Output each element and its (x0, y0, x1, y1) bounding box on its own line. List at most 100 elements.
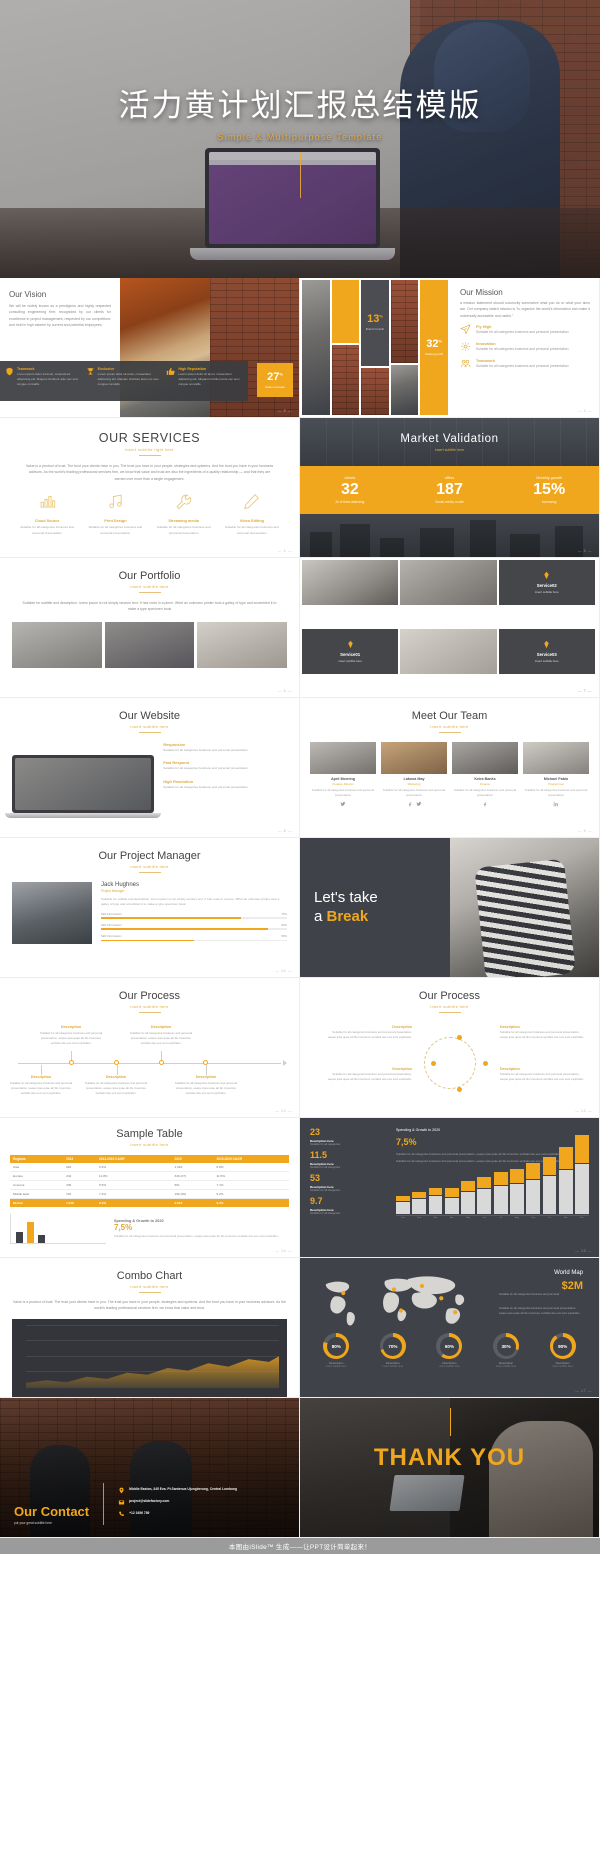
timeline-card-bottom: Description Suitable for all categories … (171, 1075, 241, 1095)
portfolio-photo[interactable] (400, 628, 497, 674)
team-member: April Morning Creative Director Suitable… (310, 742, 376, 807)
linkedin-icon[interactable] (553, 801, 559, 807)
vision-feature-strip: Teamwork Lorem ipsum dolor sit amet, con… (0, 361, 248, 401)
team-member: Michael Pablo Programmer Suitable for al… (523, 742, 589, 807)
twitter-icon[interactable] (416, 801, 422, 807)
portfolio-card-service01[interactable]: Service01 insert subtitle here (302, 628, 399, 674)
portfolio-photo[interactable] (400, 560, 497, 605)
contact-email[interactable]: project@slidefactory.com (118, 1499, 237, 1506)
cell: 101 (63, 1189, 97, 1200)
website-feature-responsive: Responsive Suitable for all categories b… (163, 742, 287, 753)
service-title: Cloud Source (34, 519, 60, 524)
market-title: Market Validation (400, 432, 499, 445)
slide-our-contact[interactable]: Our Contact put your great subtitle here… (0, 1398, 300, 1538)
contact-list: Middle Easton, 345 Eva. Pt.Santenus Ujun… (118, 1487, 237, 1525)
card-title: Description (30, 1075, 52, 1079)
process-node-2: Description Suitable for all categories … (500, 1025, 588, 1040)
col-header: 2015-2020 CAGR (213, 1155, 289, 1164)
title-underline (138, 455, 161, 456)
timeline-axis (18, 1063, 281, 1064)
photo-brick-3 (390, 280, 419, 364)
portfolio-thumb[interactable] (104, 621, 195, 668)
website-subtitle: insert subtitle here (130, 725, 169, 729)
combo-body: Value is a product of trust. The trust y… (13, 1300, 286, 1311)
hero-title: 活力黄计划汇报总结模版 (118, 88, 482, 123)
striped-shirt-person (474, 858, 576, 977)
slide-thank-you[interactable]: THANK YOU (300, 1398, 600, 1538)
portfolio-card-service03[interactable]: Service03 insert subtitle here (498, 628, 595, 674)
slide-project-manager[interactable]: Our Project Manager insert subtitle here… (0, 838, 300, 978)
growth-stat: 53 Description here Suitable for all cat… (310, 1173, 388, 1192)
market-footer-photo (300, 514, 599, 557)
slide-growth-chart[interactable]: 23 Description here Suitable for all cat… (300, 1118, 600, 1258)
axis-tick: Dec (580, 1216, 584, 1219)
twitter-icon[interactable] (340, 801, 346, 807)
axis-tick: Oct (547, 1216, 552, 1219)
process2-subtitle: insert subtitle here (430, 1005, 469, 1009)
website-feature-high-resolution: High Resolution Suitable for all categor… (163, 779, 287, 790)
slide-lets-take-a-break[interactable]: Let's take a Break (300, 838, 600, 978)
slide-world-map[interactable]: World Map $2M Suitable for all categorie… (300, 1258, 600, 1398)
contact-phone[interactable]: +12 3456 789 (118, 1511, 237, 1518)
card-title: Service03 (536, 651, 557, 657)
contact-address: Middle Easton, 345 Eva. Pt.Santenus Ujun… (118, 1487, 237, 1494)
slide-our-mission[interactable]: 13% Brand Growth 32% Raising profit Our … (300, 278, 600, 418)
mission-item-fly-high: Fly High Suitable for all categories bus… (460, 324, 590, 336)
member-body: Suitable for all categories business and… (382, 788, 446, 797)
stat-13-value: 13 (367, 313, 380, 326)
pm-body: Jack Hughnes Project Manager Suitable fo… (12, 882, 287, 944)
title-underline (138, 1012, 161, 1013)
portfolio-thumb[interactable] (12, 621, 102, 668)
card-body: Suitable for all categories business and… (129, 1031, 193, 1045)
avatar (452, 742, 518, 774)
pm-name: Jack Hughnes (101, 882, 140, 888)
slide-sample-table[interactable]: Sample Table insert subtitle here Region… (0, 1118, 300, 1258)
donut-chart: 30% (493, 1333, 520, 1359)
slide-our-process-circle[interactable]: Our Process insert subtitle here Descrip… (300, 978, 600, 1118)
skill-label: Skill Information (101, 922, 122, 927)
timeline-card-bottom: Description Suitable for all categories … (6, 1075, 76, 1095)
facebook-icon[interactable] (407, 801, 413, 807)
dial-value: 80% (326, 1336, 346, 1356)
page-number: — 5 — (577, 549, 592, 553)
slide-portfolio-grid[interactable]: Service02 insert subtitle here Service01… (300, 558, 600, 698)
slide-our-process-timeline[interactable]: Our Process insert subtitle here Descrip… (0, 978, 300, 1118)
title-underline (138, 732, 161, 733)
facebook-icon[interactable] (482, 801, 488, 807)
market-stat-offers: offers 187 Social media, in-site (400, 466, 500, 514)
card-body: Suitable for all categories business and… (84, 1081, 148, 1095)
portfolio-photo[interactable] (302, 560, 399, 605)
slide-our-website[interactable]: Our Website insert subtitle here Respons… (0, 698, 300, 838)
slide-market-validation[interactable]: Market Validation insert subtitle here c… (300, 418, 600, 558)
photo-brick-2 (361, 367, 389, 415)
dial-sub: insert subtitle here (382, 1365, 404, 1368)
slide-our-services[interactable]: OUR SERVICES insert subtitle right here … (0, 418, 300, 558)
process-title: Our Process (118, 990, 181, 1002)
feature-title: Fast Respond (163, 760, 190, 766)
stat-value: 15% (533, 480, 566, 498)
stat-value: 11.5 (310, 1149, 328, 1160)
market-stat-clients: clients 32 2k of them attending (300, 466, 400, 514)
trophy-icon (86, 368, 94, 375)
slide-combo-chart[interactable]: Combo Chart insert subtitle here Value i… (0, 1258, 300, 1398)
stat-32-block: 32% Raising profit (420, 280, 448, 415)
portfolio-card-service02[interactable]: Service02 insert subtitle here (498, 560, 595, 605)
break-text: Let's take a Break (314, 889, 378, 927)
contact-text: Middle Easton, 345 Eva. Pt.Santenus Ujun… (129, 1487, 238, 1491)
cell: America (10, 1180, 64, 1191)
stat-value: 187 (436, 480, 463, 498)
cell: 336 (63, 1180, 97, 1191)
page-number: — 8 — (277, 829, 292, 833)
portfolio-thumb[interactable] (197, 621, 288, 668)
cell: 551 (171, 1180, 214, 1191)
map-value: $2M (561, 1280, 583, 1292)
cell: 7.1% (213, 1180, 289, 1191)
slide-our-vision[interactable]: Our Vision We will be widely known as a … (0, 278, 300, 418)
slide-our-portfolio[interactable]: Our Portfolio insert subtitle here Suita… (0, 558, 300, 698)
stat-13-block: 13% Brand Growth (361, 280, 389, 366)
stat-27-sup: % (279, 370, 283, 376)
service-title: Streaming media (168, 519, 199, 524)
node-body: Suitable for all categories business and… (327, 1030, 412, 1039)
slide-meet-our-team[interactable]: Meet Our Team insert subtitle here April… (300, 698, 600, 838)
diamond-icon (544, 571, 550, 580)
